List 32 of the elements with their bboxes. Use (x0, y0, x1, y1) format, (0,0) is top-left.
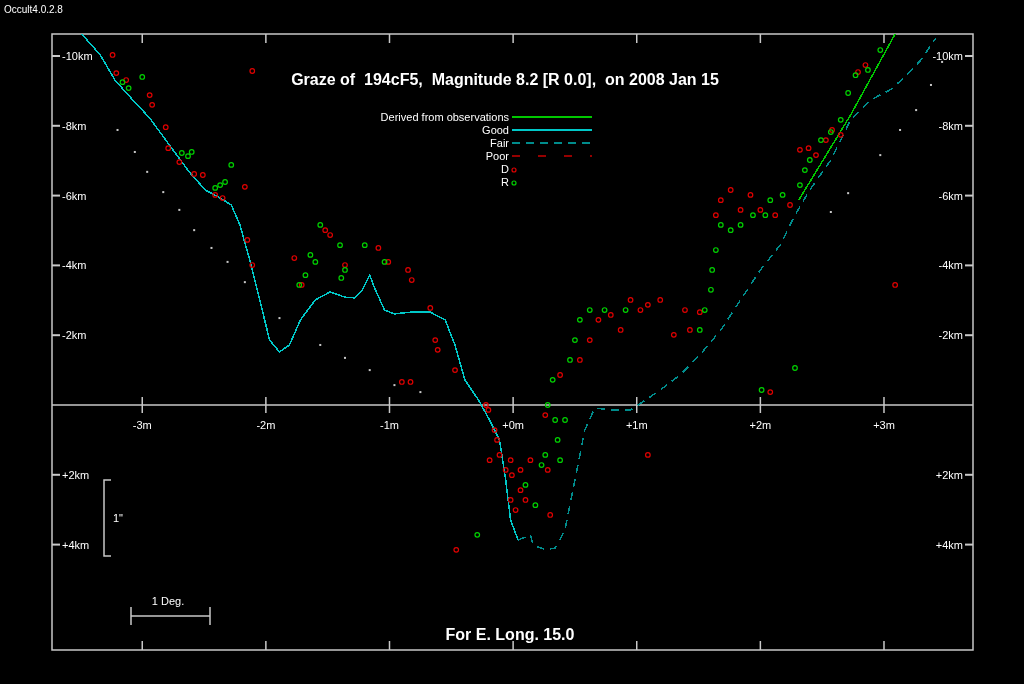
scale-label: 1 Deg. (151, 595, 185, 607)
y-tick-label: -4km (62, 259, 87, 272)
scale-label: 1" (113, 512, 124, 524)
y-tick-label: +4km (62, 538, 90, 551)
y-tick-label: -10km (932, 50, 963, 62)
y-tick-label: -8km (62, 119, 87, 132)
legend-label: Derived from observations (380, 111, 509, 123)
y-tick-label: -6km (938, 189, 963, 202)
longitude-note: For E. Long. 15.0 (445, 626, 575, 643)
x-tick-label: -3m (132, 419, 152, 431)
y-tick-label: +2km (62, 468, 90, 481)
legend-label: Poor (485, 150, 509, 162)
legend-label: Good (482, 124, 509, 136)
x-tick-label: +0m (502, 419, 524, 431)
legend-label: Fair (490, 137, 509, 149)
x-tick-label: +1m (625, 419, 648, 431)
y-tick-label: -6km (62, 189, 87, 202)
x-tick-label: -2m (256, 419, 276, 431)
legend-label: R (501, 176, 509, 188)
x-tick-label: +2m (749, 419, 772, 431)
y-tick-label: -8km (938, 119, 963, 132)
y-tick-label: -2km (62, 329, 87, 342)
chart-title: Graze of 194cF5, Magnitude 8.2 [R 0.0], on 2008 Jan 15 (291, 71, 719, 88)
y-tick-label: +2km (935, 468, 963, 481)
legend-label: D (501, 163, 509, 175)
x-tick-label: -1m (380, 419, 399, 431)
y-tick-label: -2km (938, 329, 963, 342)
app-version: Occult4.0.2.8 (4, 4, 63, 15)
y-tick-label: -4km (938, 259, 963, 272)
y-tick-label: +4km (935, 538, 963, 551)
x-tick-label: +3m (873, 419, 895, 431)
y-tick-label: -10km (62, 50, 93, 62)
